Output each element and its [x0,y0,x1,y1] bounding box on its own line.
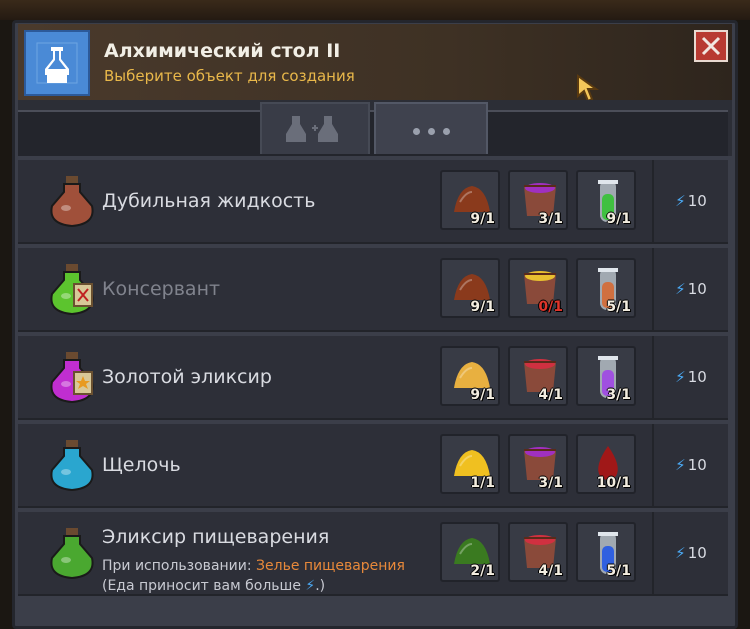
close-icon [701,36,721,56]
lightning-icon: ⚡ [675,544,686,562]
energy-value: 10 [687,280,707,298]
ingredient-slot[interactable]: 9/1 [576,170,636,230]
potion-icon [44,350,100,406]
window-title: Алхимический стол II [104,40,341,62]
ingredient-quantity: 9/1 [470,211,495,227]
more-dots-icon [409,120,454,139]
recipe-row[interactable]: Золотой эликсир 9/1 4/1 3/1 [18,336,652,420]
energy-value: 10 [687,456,707,474]
recipe-description: При использовании: Зелье пищеварения (Ед… [102,556,412,596]
recipe-row[interactable]: Эликсир пищеварения При использовании: Зе… [18,512,652,596]
ingredient-quantity: 3/1 [538,211,563,227]
flasks-icon [286,116,338,142]
ingredient-slot[interactable]: 4/1 [508,346,568,406]
tab-more[interactable] [374,102,488,154]
ingredient-slot[interactable]: 0/1 [508,258,568,318]
ingredient-slot[interactable]: 5/1 [576,522,636,582]
ingredient-slot[interactable]: 10/1 [576,434,636,494]
energy-cost: ⚡ 10 [652,248,728,332]
ingredient-slot[interactable]: 9/1 [440,258,500,318]
ingredient-quantity: 3/1 [606,387,631,403]
ingredient-quantity: 3/1 [538,475,563,491]
effect-link[interactable]: Зелье пищеварения [256,558,405,574]
ingredient-slot[interactable]: 3/1 [508,170,568,230]
ingredient-quantity: 9/1 [470,299,495,315]
window-subtitle: Выберите объект для создания [104,67,355,85]
recipe-name: Консервант [102,278,221,300]
energy-cost: ⚡ 10 [652,336,728,420]
ingredient-quantity: 5/1 [606,563,631,579]
recipe-name: Золотой эликсир [102,366,272,388]
lightning-icon: ⚡ [675,280,686,298]
potion-icon [44,438,100,494]
recipe-name: Эликсир пищеварения [102,526,330,548]
lightning-icon: ⚡ [675,192,686,210]
ingredient-slot[interactable]: 4/1 [508,522,568,582]
lightning-icon: ⚡ [305,578,316,594]
ingredient-slot[interactable]: 1/1 [440,434,500,494]
ingredient-slot[interactable]: 9/1 [440,170,500,230]
panel-header [18,24,732,102]
alchemy-table-icon [24,30,90,96]
description-end: .) [315,578,326,594]
energy-cost: ⚡ 10 [652,424,728,508]
recipe-row[interactable]: Щелочь 1/1 3/1 10/1 [18,424,652,508]
ingredient-slot[interactable]: 5/1 [576,258,636,318]
ingredient-quantity: 1/1 [470,475,495,491]
tab-recipes[interactable] [260,102,370,154]
ingredient-quantity: 4/1 [538,563,563,579]
ingredient-quantity: 2/1 [470,563,495,579]
ingredient-slot[interactable]: 2/1 [440,522,500,582]
energy-cost: ⚡ 10 [652,512,728,596]
ingredient-slot[interactable]: 3/1 [576,346,636,406]
cross-tag-icon [73,283,93,307]
potion-icon [44,174,100,230]
tab-strip [18,110,728,156]
background-top [0,0,750,20]
energy-value: 10 [687,192,707,210]
ingredient-quantity: 9/1 [470,387,495,403]
ingredient-slot[interactable]: 9/1 [440,346,500,406]
star-tag-icon [73,371,93,395]
energy-value: 10 [687,544,707,562]
potion-icon [44,262,100,318]
recipe-name: Щелочь [102,454,181,476]
energy-cost: ⚡ 10 [652,160,728,244]
description-suffix: (Еда приносит вам больше [102,578,306,594]
ingredient-slot[interactable]: 3/1 [508,434,568,494]
lightning-icon: ⚡ [675,368,686,386]
recipe-row[interactable]: Консервант 9/1 0/1 5/1 [18,248,652,332]
potion-icon [44,526,100,582]
close-button[interactable] [694,30,728,62]
ingredient-quantity: 0/1 [538,299,563,315]
ingredient-quantity: 5/1 [606,299,631,315]
recipe-name: Дубильная жидкость [102,190,316,212]
ingredient-quantity: 4/1 [538,387,563,403]
ingredient-quantity: 10/1 [596,475,631,491]
recipe-row[interactable]: Дубильная жидкость 9/1 3/1 9/1 [18,160,652,244]
ingredient-quantity: 9/1 [606,211,631,227]
lightning-icon: ⚡ [675,456,686,474]
energy-value: 10 [687,368,707,386]
description-prefix: При использовании: [102,558,257,574]
